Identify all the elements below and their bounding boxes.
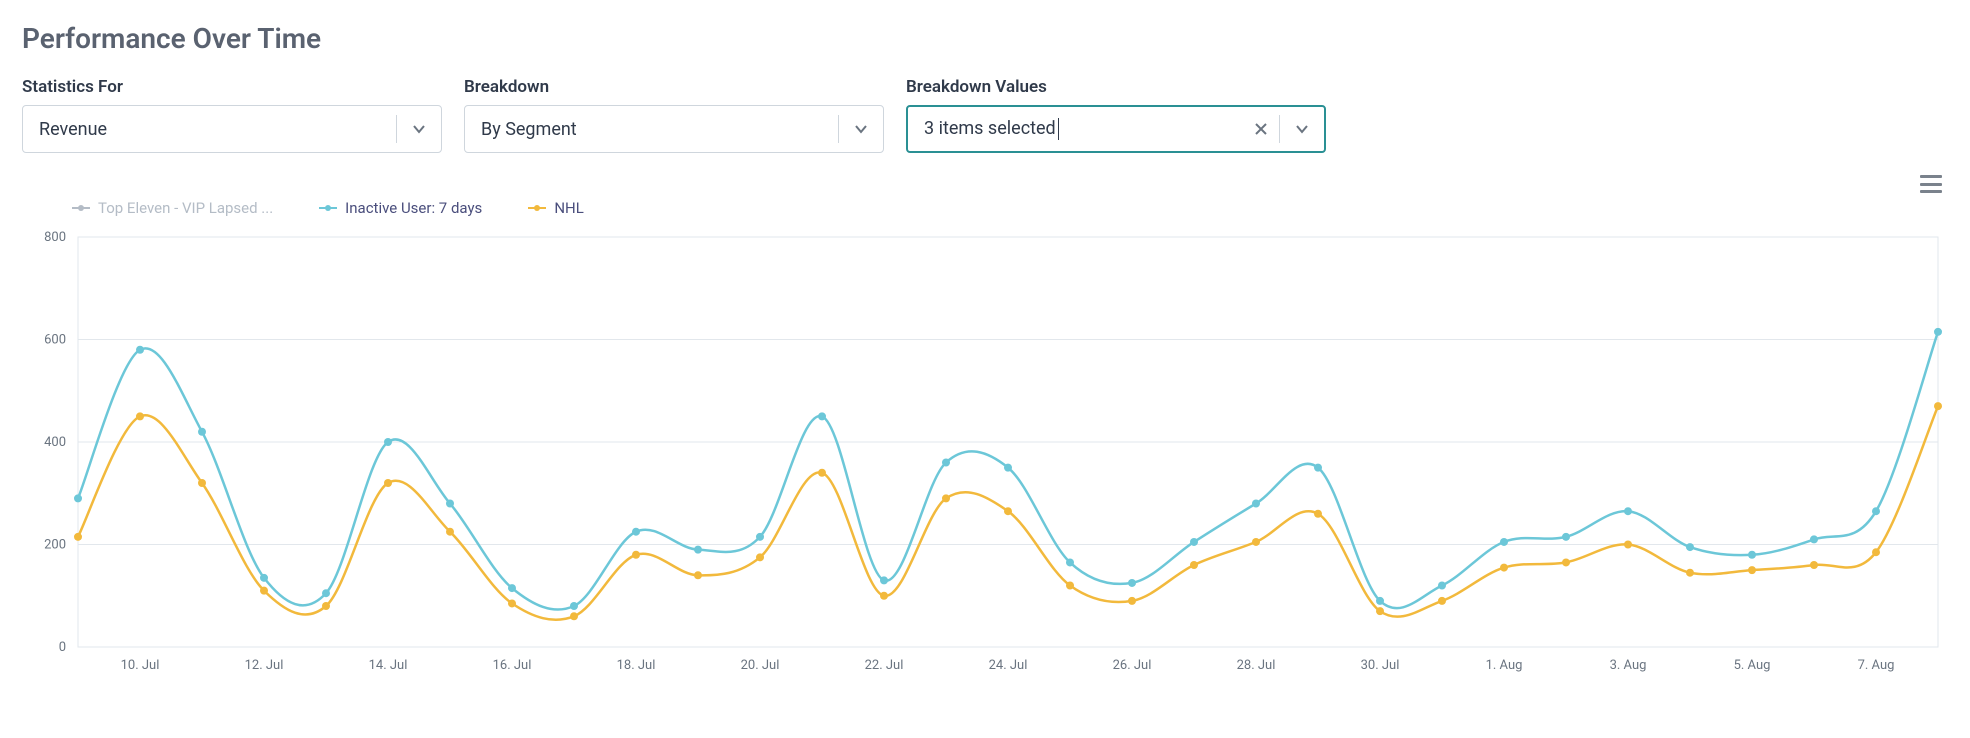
svg-text:24. Jul: 24. Jul <box>989 658 1028 673</box>
legend-label: NHL <box>554 199 583 217</box>
performance-chart: 0 200 400 600 800 10. Jul 12. Jul 14. Jul 16. Ju… <box>22 217 1948 687</box>
svg-text:14. Jul: 14. Jul <box>369 658 408 673</box>
breakdown-values-label: Breakdown Values <box>906 77 1326 97</box>
svg-text:12. Jul: 12. Jul <box>245 658 284 673</box>
legend-item-nhl[interactable]: NHL <box>528 199 583 217</box>
svg-text:400: 400 <box>44 435 66 450</box>
svg-text:1. Aug: 1. Aug <box>1486 658 1523 673</box>
chevron-down-icon[interactable] <box>1280 122 1324 136</box>
breakdown-values-value: 3 items selected <box>908 118 1243 140</box>
statistics-for-label: Statistics For <box>22 77 442 97</box>
legend-label: Inactive User: 7 days <box>345 199 482 217</box>
svg-text:10. Jul: 10. Jul <box>121 658 160 673</box>
svg-text:200: 200 <box>44 538 66 553</box>
chart-area: Top Eleven - VIP Lapsed ... Inactive Use… <box>22 199 1948 687</box>
breakdown-values-control: Breakdown Values 3 items selected <box>906 77 1326 153</box>
breakdown-label: Breakdown <box>464 77 884 97</box>
svg-text:600: 600 <box>44 333 66 348</box>
svg-text:16. Jul: 16. Jul <box>493 658 532 673</box>
svg-text:0: 0 <box>59 640 66 655</box>
svg-text:800: 800 <box>44 230 66 245</box>
breakdown-control: Breakdown By Segment <box>464 77 884 153</box>
svg-text:30. Jul: 30. Jul <box>1361 658 1400 673</box>
legend-swatch-blue <box>319 202 337 214</box>
legend-item-inactive[interactable]: Inactive User: 7 days <box>319 199 482 217</box>
text-cursor <box>1058 118 1059 140</box>
svg-text:5. Aug: 5. Aug <box>1734 658 1771 673</box>
statistics-for-value: Revenue <box>23 119 396 140</box>
chevron-down-icon[interactable] <box>839 122 883 136</box>
svg-text:7. Aug: 7. Aug <box>1858 658 1895 673</box>
page-title: Performance Over Time <box>22 22 1948 55</box>
chevron-down-icon[interactable] <box>397 122 441 136</box>
svg-text:28. Jul: 28. Jul <box>1237 658 1276 673</box>
clear-icon[interactable] <box>1243 122 1279 136</box>
svg-text:26. Jul: 26. Jul <box>1113 658 1152 673</box>
breakdown-value: By Segment <box>465 119 838 140</box>
svg-text:20. Jul: 20. Jul <box>741 658 780 673</box>
statistics-for-control: Statistics For Revenue <box>22 77 442 153</box>
breakdown-values-select[interactable]: 3 items selected <box>906 105 1326 153</box>
svg-text:3. Aug: 3. Aug <box>1610 658 1647 673</box>
controls-row: Statistics For Revenue Breakdown By Segm… <box>22 77 1948 153</box>
series-line <box>74 402 1942 620</box>
svg-text:22. Jul: 22. Jul <box>865 658 904 673</box>
chart-menu-icon[interactable] <box>1920 175 1942 193</box>
breakdown-select[interactable]: By Segment <box>464 105 884 153</box>
statistics-for-select[interactable]: Revenue <box>22 105 442 153</box>
legend-label: Top Eleven - VIP Lapsed ... <box>98 199 273 217</box>
legend-swatch-yellow <box>528 202 546 214</box>
legend-swatch-grey <box>72 202 90 214</box>
legend-item-top-eleven[interactable]: Top Eleven - VIP Lapsed ... <box>72 199 273 217</box>
series-line <box>74 328 1942 610</box>
chart-legend: Top Eleven - VIP Lapsed ... Inactive Use… <box>22 199 1948 217</box>
svg-text:18. Jul: 18. Jul <box>617 658 656 673</box>
